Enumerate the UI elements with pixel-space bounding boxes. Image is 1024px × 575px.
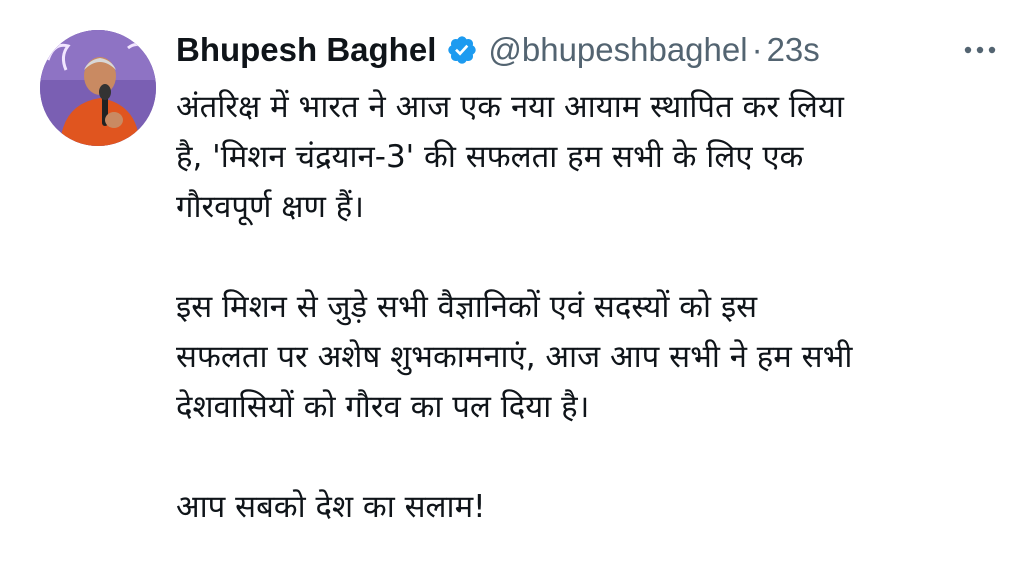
display-name[interactable]: Bhupesh Baghel [176, 31, 436, 69]
timestamp[interactable]: 23s [767, 31, 820, 69]
tweet-paragraph: आप सबको देश का सलाम! [176, 482, 1006, 532]
tweet-line: है, 'मिशन चंद्रयान-3' की सफलता हम सभी के… [176, 139, 804, 175]
tweet-line: सफलता पर अशेष शुभकामनाएं, आज आप सभी ने ह… [176, 339, 853, 375]
tweet[interactable]: Bhupesh Baghel @bhupeshbaghel · 23s अंतर… [0, 0, 1024, 575]
tweet-line: अंतरिक्ष में भारत ने आज एक नया आयाम स्था… [176, 89, 844, 125]
tweet-line: इस मिशन से जुड़े सभी वैज्ञानिकों एवं सदस… [176, 289, 758, 325]
tweet-text: अंतरिक्ष में भारत ने आज एक नया आयाम स्था… [176, 82, 1006, 532]
avatar[interactable] [40, 30, 156, 146]
tweet-line: देशवासियों को गौरव का पल दिया है। [176, 389, 590, 425]
tweet-header: Bhupesh Baghel @bhupeshbaghel · 23s [176, 28, 1004, 72]
more-options-icon[interactable] [958, 32, 1002, 68]
user-handle[interactable]: @bhupeshbaghel [488, 31, 747, 69]
avatar-photo [40, 30, 156, 146]
tweet-line: आप सबको देश का सलाम! [176, 489, 486, 525]
tweet-paragraph: इस मिशन से जुड़े सभी वैज्ञानिकों एवं सदस… [176, 282, 1006, 432]
separator-dot: · [751, 31, 763, 68]
tweet-paragraph: अंतरिक्ष में भारत ने आज एक नया आयाम स्था… [176, 82, 1006, 232]
tweet-line: गौरवपूर्ण क्षण हैं। [176, 189, 364, 225]
verified-badge-icon[interactable] [446, 34, 478, 66]
